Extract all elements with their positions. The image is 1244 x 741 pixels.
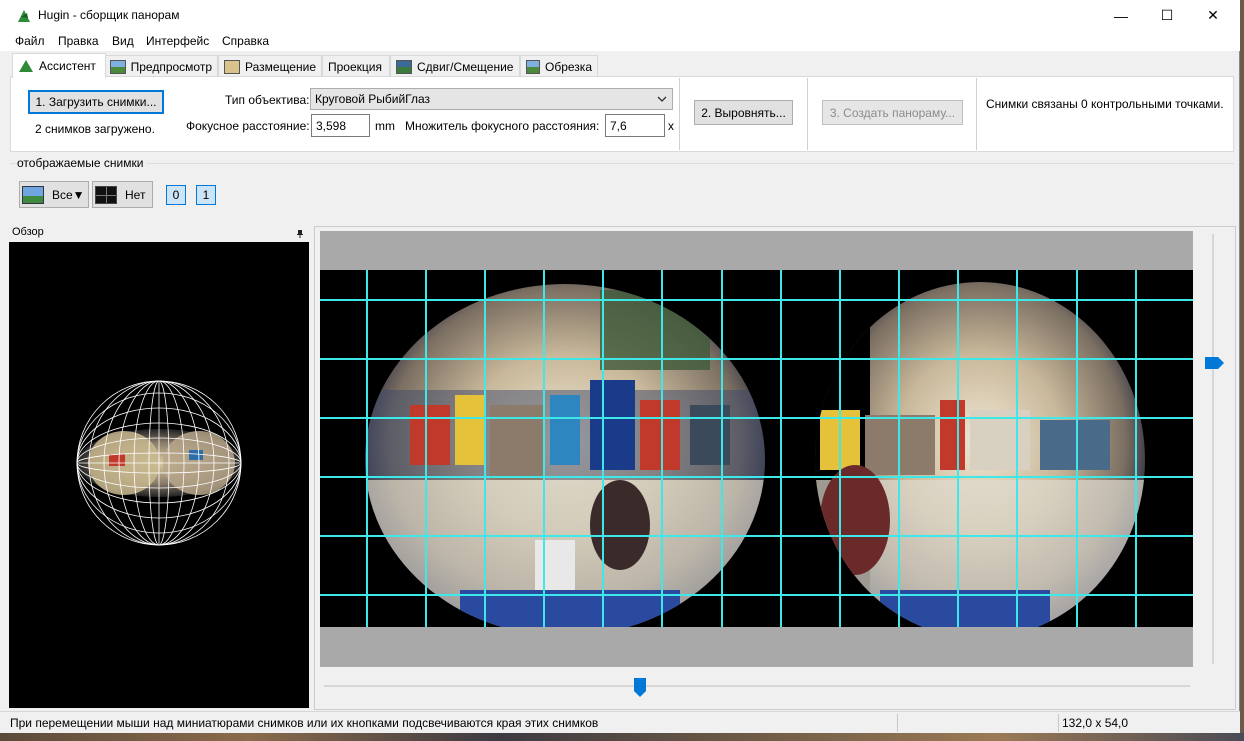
tab-projection[interactable]: Проекция [322,55,390,77]
overview-title: Обзор [12,226,44,238]
focal-length-input[interactable] [311,114,370,137]
focal-length-label: Фокусное расстояние: [186,119,310,133]
menu-help[interactable]: Справка [222,34,269,48]
title-bar: Hugin - сборщик панорам — ☐ ✕ [0,0,1240,31]
minimize-icon: — [1114,7,1128,24]
panorama-image[interactable] [320,270,1193,627]
menu-bar: Файл Правка Вид Интерфейс Справка [0,31,1240,51]
maximize-button[interactable]: ☐ [1144,0,1190,31]
tab-crop[interactable]: Обрезка [520,55,598,77]
load-images-label: 1. Загрузить снимки... [35,95,157,109]
status-bar: При перемещении мыши над миниатюрами сни… [0,711,1240,733]
create-panorama-button[interactable]: 3. Создать панораму... [822,100,963,125]
hugin-tab-icon [19,60,33,72]
tab-label: Ассистент [39,59,96,73]
image-toggle-0[interactable]: 0 [166,185,186,205]
horizontal-slider-thumb[interactable] [634,678,646,698]
loaded-count-text: 2 снимков загружено. [35,122,155,136]
menu-interface[interactable]: Интерфейс [146,34,209,48]
lens-type-value: Круговой РыбийГлаз [315,92,431,106]
vertical-slider-thumb[interactable] [1205,357,1225,369]
desktop-background [0,733,1244,741]
fisheye-image-1 [815,282,1145,627]
lens-type-label: Тип объектива: [225,93,310,107]
show-none-icon [95,185,117,204]
tab-assistant[interactable]: Ассистент [12,53,106,78]
menu-file[interactable]: Файл [15,34,45,48]
image-toggle-1[interactable]: 1 [196,185,216,205]
show-all-label: Все▼ [52,187,85,202]
show-none-label: Нет [125,187,146,202]
overview-header: Обзор [9,226,309,242]
tab-label: Сдвиг/Смещение [417,59,514,74]
create-panorama-label: 3. Создать панораму... [829,105,956,120]
overview-sphere[interactable] [9,242,309,708]
sphere-grid [76,380,242,546]
pin-icon[interactable] [296,229,304,239]
show-all-icon [22,185,44,204]
load-images-button[interactable]: 1. Загрузить снимки... [28,90,164,114]
divider [976,78,977,150]
move-tab-icon [396,59,412,74]
control-points-status: Снимки связаны 0 контрольными точками. [986,97,1224,111]
close-icon: ✕ [1207,7,1219,23]
divider [679,78,680,150]
visible-images-label: отображаемые снимки [17,156,148,170]
status-message: При перемещении мыши над миниатюрами сни… [10,716,599,730]
panorama-svg [320,270,1193,627]
align-label: 2. Выровнять... [701,105,786,120]
tab-preview[interactable]: Предпросмотр [104,55,218,77]
crop-tab-icon [526,59,541,74]
status-divider [1058,714,1059,732]
menu-view[interactable]: Вид [112,34,134,48]
status-dimensions: 132,0 x 54,0 [1062,716,1129,730]
tab-label: Обрезка [545,59,592,74]
tab-move-drag[interactable]: Сдвиг/Смещение [390,55,520,77]
status-divider [897,714,898,732]
close-button[interactable]: ✕ [1190,0,1236,31]
minimize-button[interactable]: — [1098,0,1144,31]
hugin-app-icon [18,10,30,22]
show-none-button[interactable]: Нет [92,181,153,208]
crop-factor-input[interactable] [605,114,665,137]
align-button[interactable]: 2. Выровнять... [694,100,793,125]
divider [807,78,808,150]
chevron-down-icon [657,96,667,102]
preview-tab-icon [110,59,126,74]
tab-layout[interactable]: Размещение [218,55,322,77]
horizontal-slider-track[interactable] [324,685,1190,687]
crop-unit: x [668,119,674,133]
window-title: Hugin - сборщик панорам [38,8,180,22]
lens-type-select[interactable]: Круговой РыбийГлаз [310,88,673,110]
layout-tab-icon [224,59,240,74]
tab-label: Проекция [328,59,382,74]
tab-label: Размещение [245,59,316,74]
maximize-icon: ☐ [1160,7,1174,23]
menu-edit[interactable]: Правка [58,34,99,48]
crop-factor-label: Множитель фокусного расстояния: [405,119,600,133]
group-frame [10,163,1234,164]
overview-panel[interactable] [9,242,309,708]
hugin-window: Hugin - сборщик панорам — ☐ ✕ Файл Правк… [0,0,1240,741]
vertical-slider-track[interactable] [1212,234,1214,664]
tab-label: Предпросмотр [130,59,212,74]
show-all-button[interactable]: Все▼ [19,181,89,208]
focal-unit: mm [375,119,395,133]
